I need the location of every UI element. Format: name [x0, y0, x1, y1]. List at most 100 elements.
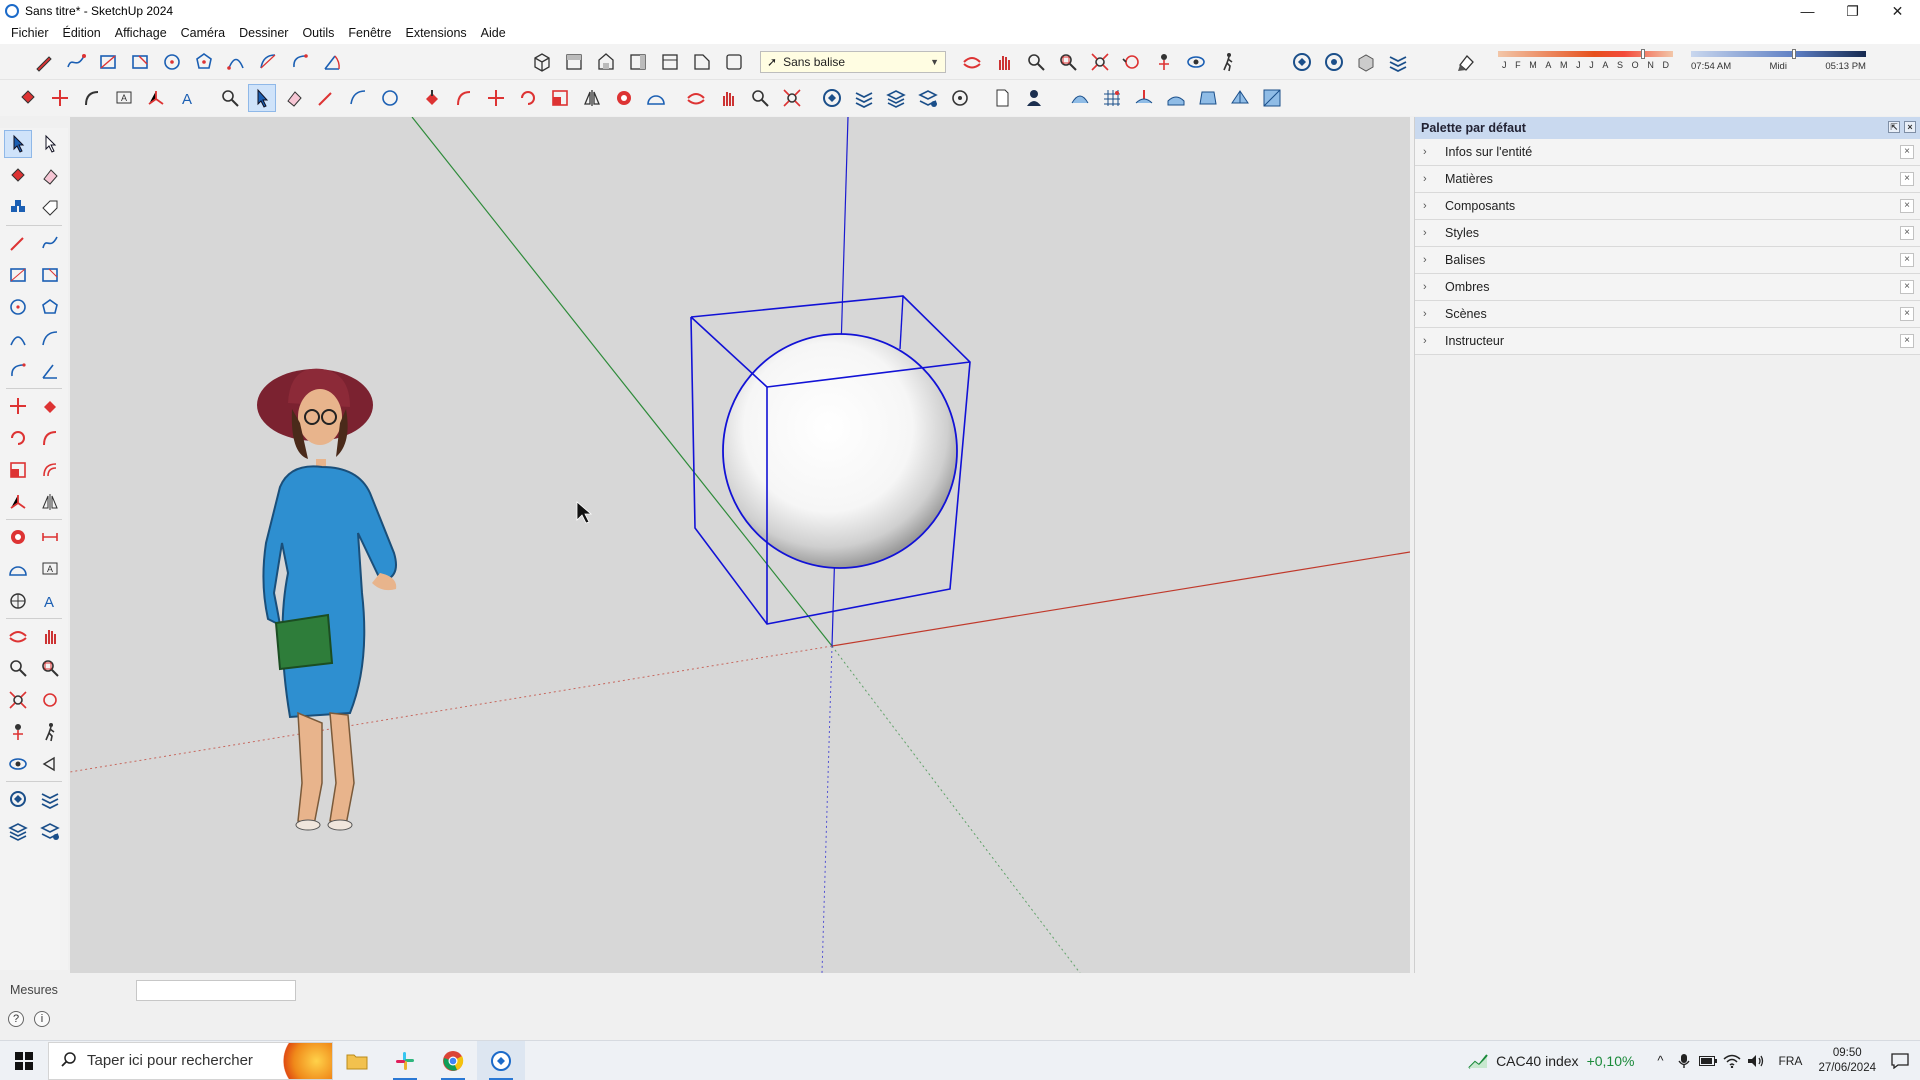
rotated-rectangle-icon[interactable] [126, 48, 154, 76]
extension-manager-icon[interactable] [36, 785, 64, 813]
3d-warehouse-icon[interactable] [1288, 48, 1316, 76]
look-around-icon[interactable] [1182, 48, 1210, 76]
add-detail-icon[interactable] [1226, 84, 1254, 112]
right-view-icon[interactable] [624, 48, 652, 76]
menu-fichier[interactable]: Fichier [4, 26, 56, 40]
panel-close-icon[interactable]: × [1900, 307, 1914, 321]
instructor-icon[interactable] [946, 84, 974, 112]
menu-dessiner[interactable]: Dessiner [232, 26, 295, 40]
follow-me-icon[interactable] [36, 424, 64, 452]
rotate-icon[interactable] [514, 84, 542, 112]
text-label-icon[interactable]: A [110, 84, 138, 112]
layers-settings-icon[interactable] [36, 817, 64, 845]
panel-components[interactable]: › Composants × [1415, 193, 1920, 220]
orbit-icon[interactable] [958, 48, 986, 76]
layers-icon[interactable] [882, 84, 910, 112]
panel-close-icon[interactable]: × [1900, 172, 1914, 186]
line-tool-icon[interactable] [312, 84, 340, 112]
zoom-icon[interactable] [1022, 48, 1050, 76]
show-hidden-icons-icon[interactable]: ^ [1648, 1049, 1672, 1073]
extension-warehouse-icon[interactable] [1320, 48, 1348, 76]
zoom-extents-icon-2[interactable] [778, 84, 806, 112]
search-icon[interactable] [216, 84, 244, 112]
battery-icon[interactable] [1696, 1049, 1720, 1073]
two-point-arc-icon[interactable] [254, 48, 282, 76]
line-icon[interactable] [4, 229, 32, 257]
zoom-window-icon[interactable] [36, 654, 64, 682]
position-camera-icon[interactable] [4, 718, 32, 746]
minimize-button[interactable]: — [1785, 0, 1830, 22]
zoom-icon-2[interactable] [746, 84, 774, 112]
dimension-icon[interactable] [36, 523, 64, 551]
push-pull-icon[interactable] [418, 84, 446, 112]
month-slider-thumb[interactable] [1641, 48, 1646, 59]
bottom-view-icon[interactable] [720, 48, 748, 76]
rectangle-icon[interactable] [4, 261, 32, 289]
pan-icon[interactable] [36, 622, 64, 650]
menu-extensions[interactable]: Extensions [399, 26, 474, 40]
section-plane-icon[interactable] [36, 750, 64, 778]
axes-tool-icon[interactable] [4, 587, 32, 615]
arc-icon[interactable] [222, 48, 250, 76]
three-point-arc-icon[interactable] [4, 357, 32, 385]
previous-view-icon[interactable] [1118, 48, 1146, 76]
walk-icon[interactable] [36, 718, 64, 746]
back-view-icon[interactable] [656, 48, 684, 76]
layers-settings-icon[interactable] [914, 84, 942, 112]
slack-icon[interactable] [381, 1041, 429, 1080]
freehand-icon[interactable] [62, 48, 90, 76]
notification-icon[interactable] [1888, 1049, 1912, 1073]
front-view-icon[interactable] [592, 48, 620, 76]
panel-close-icon[interactable]: × [1900, 145, 1914, 159]
iso-view-icon[interactable] [528, 48, 556, 76]
pie-icon[interactable] [318, 48, 346, 76]
close-button[interactable]: ✕ [1875, 0, 1920, 22]
flip-icon[interactable] [36, 488, 64, 516]
sandbox-contours-icon[interactable] [1066, 84, 1094, 112]
move-icon[interactable] [4, 392, 32, 420]
menu-fenetre[interactable]: Fenêtre [341, 26, 398, 40]
flip-edge-icon[interactable] [1258, 84, 1286, 112]
protractor-icon[interactable] [4, 555, 32, 583]
arc-dropdown-icon[interactable] [344, 84, 372, 112]
file-explorer-icon[interactable] [333, 1041, 381, 1080]
panel-shadows[interactable]: › Ombres × [1415, 274, 1920, 301]
share-component-icon[interactable] [1352, 48, 1380, 76]
follow-me-icon[interactable] [78, 84, 106, 112]
make-component-icon[interactable] [4, 194, 32, 222]
time-slider-thumb[interactable] [1792, 48, 1797, 59]
panel-styles[interactable]: › Styles × [1415, 220, 1920, 247]
selected-sphere-group[interactable] [690, 295, 971, 625]
3d-text-icon[interactable]: A [174, 84, 202, 112]
circle-icon[interactable] [158, 48, 186, 76]
shapes-dropdown-icon[interactable] [376, 84, 404, 112]
move-points-icon[interactable] [46, 84, 74, 112]
taskbar-search-box[interactable]: Taper ici pour rechercher [48, 1041, 333, 1080]
scale-icon[interactable] [4, 456, 32, 484]
human-figure[interactable] [257, 368, 397, 831]
panel-scenes[interactable]: › Scènes × [1415, 301, 1920, 328]
panel-close-icon[interactable]: × [1900, 334, 1914, 348]
sphere[interactable] [722, 333, 958, 569]
panel-materials[interactable]: › Matières × [1415, 166, 1920, 193]
3d-warehouse-icon-2[interactable] [818, 84, 846, 112]
position-camera-icon[interactable] [1150, 48, 1178, 76]
extension-manager-icon[interactable] [1384, 48, 1412, 76]
flip-icon[interactable] [578, 84, 606, 112]
lasso-select-icon[interactable] [36, 130, 64, 158]
panel-entity-info[interactable]: › Infos sur l'entité × [1415, 139, 1920, 166]
two-point-arc-icon[interactable] [36, 325, 64, 353]
sketchup-taskbar-icon[interactable] [477, 1040, 525, 1080]
orbit-icon[interactable] [4, 622, 32, 650]
paint-bucket-icon[interactable] [4, 162, 32, 190]
chrome-icon[interactable] [429, 1041, 477, 1080]
3d-text-icon[interactable]: A [36, 587, 64, 615]
polygon-icon[interactable] [36, 293, 64, 321]
measures-input[interactable] [136, 980, 296, 1001]
language-indicator[interactable]: FRA [1778, 1054, 1802, 1068]
extension-manager-icon-2[interactable] [850, 84, 878, 112]
zoom-extents-icon[interactable] [4, 686, 32, 714]
menu-camera[interactable]: Caméra [174, 26, 232, 40]
zoom-window-icon[interactable] [1054, 48, 1082, 76]
pan-icon-2[interactable] [714, 84, 742, 112]
